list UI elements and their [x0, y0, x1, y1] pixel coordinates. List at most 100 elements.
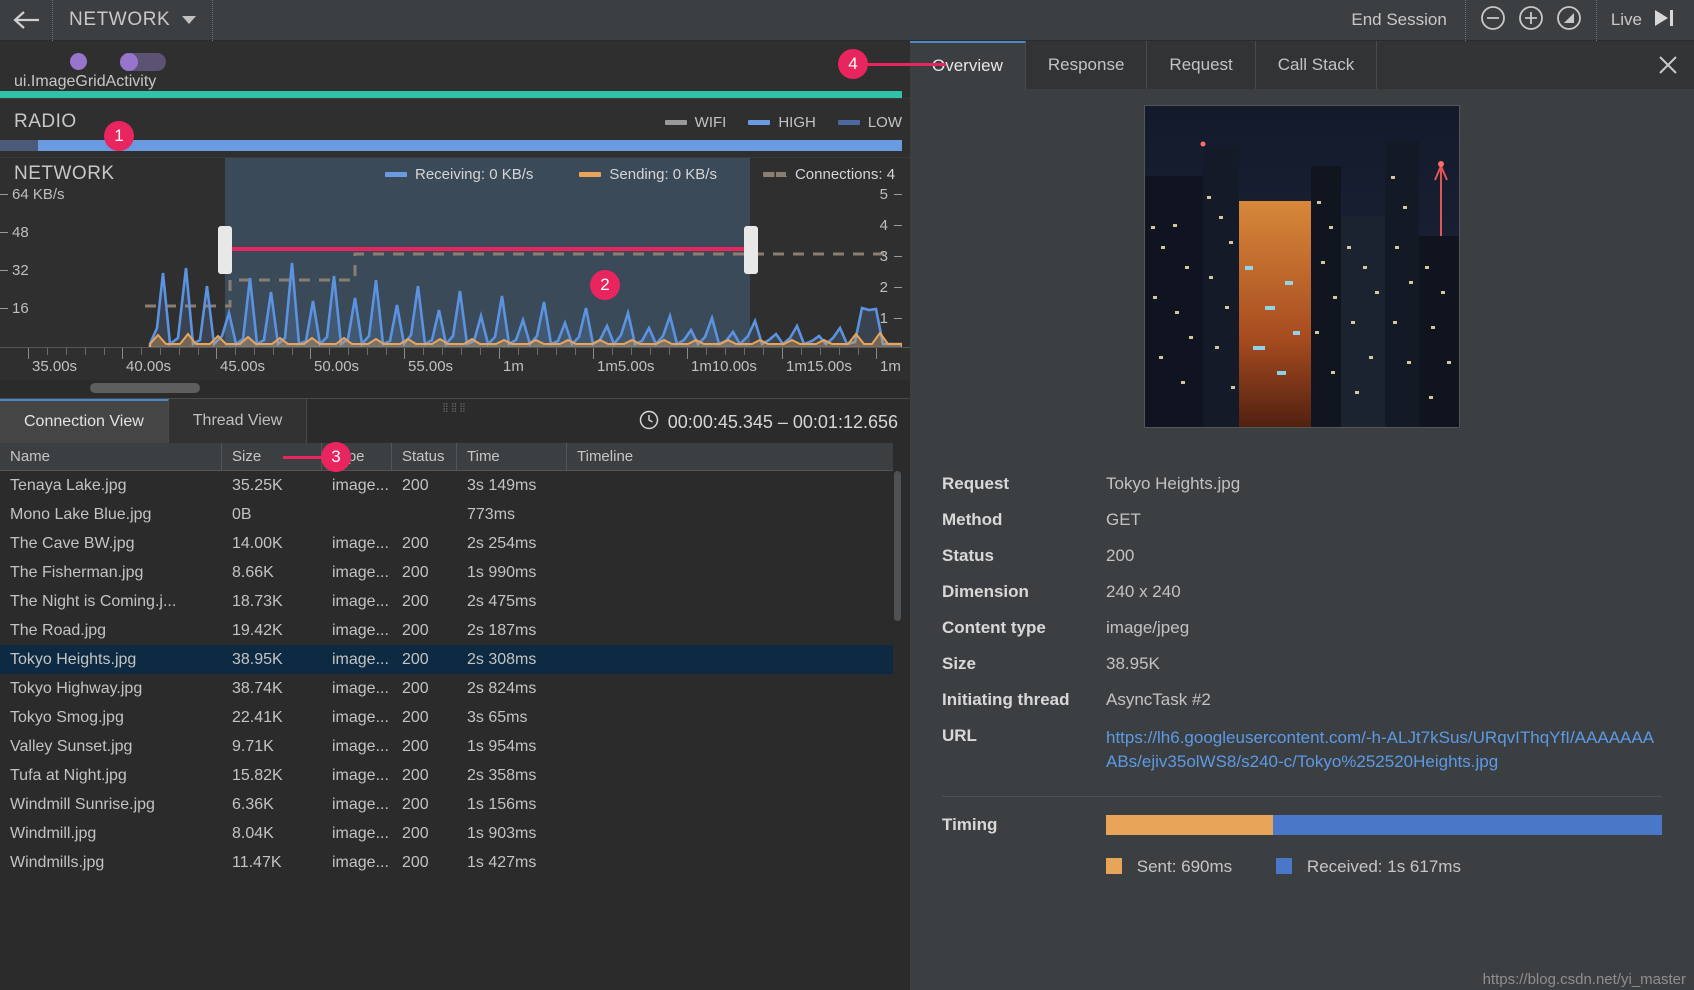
metadata-value: 38.95K [1106, 654, 1160, 673]
cell-name: The Night is Coming.j... [10, 592, 177, 610]
table-vertical-scrollbar[interactable] [893, 443, 902, 877]
table-row[interactable]: The Road.jpg 19.42K image... 200 2s 187ms [0, 616, 902, 645]
cell-type: image... [332, 824, 389, 842]
legend-label: WIFI [694, 114, 727, 131]
legend-swatch [579, 172, 602, 177]
cell-name: Windmill Sunrise.jpg [10, 795, 155, 813]
table-row[interactable]: The Fisherman.jpg 8.66K image... 200 1s 990m… [0, 558, 902, 587]
cell-time: 1s 903ms [467, 824, 537, 842]
toolbar-divider [212, 0, 214, 41]
end-session-button[interactable]: End Session [1333, 10, 1464, 30]
tab-thread-view[interactable]: Thread View [168, 399, 308, 443]
jump-to-live-icon[interactable] [1652, 7, 1676, 34]
tab-request[interactable]: Request [1147, 41, 1256, 89]
table-row[interactable]: The Cave BW.jpg 14.00K image... 200 2s 254ms [0, 529, 902, 558]
preview-artwork [1145, 106, 1459, 427]
column-header-status[interactable]: Status [392, 443, 457, 470]
splitter-grip-icon[interactable]: ⣿⣿⣿ [442, 402, 468, 413]
request-url-link[interactable]: https://lh6.googleusercontent.com/-h-ALJ… [1106, 726, 1662, 774]
table-row[interactable]: Windmills.jpg 11.47K image... 200 1s 427ms [0, 848, 902, 877]
metadata-row-method: Method GET [942, 510, 1662, 530]
metadata-value: AsyncTask #2 [1106, 690, 1211, 709]
table-row[interactable]: Tufa at Night.jpg 15.82K image... 200 2s 358… [0, 761, 902, 790]
axis-tick [687, 348, 688, 359]
network-y-axis-left: 64 KB/s 48 32 16 [0, 186, 65, 338]
cell-status: 200 [402, 824, 429, 842]
table-row[interactable]: Windmill Sunrise.jpg 6.36K image... 200 1s 1… [0, 790, 902, 819]
callout-1: 1 [104, 121, 134, 151]
legend-label: Receiving: 0 KB/s [415, 166, 534, 183]
cell-name: Tokyo Heights.jpg [10, 650, 137, 668]
process-selector[interactable]: NETWORK [53, 0, 212, 41]
tab-connection-view[interactable]: Connection View [0, 399, 169, 443]
tab-response[interactable]: Response [1026, 41, 1148, 89]
callout-leader-line [868, 62, 946, 66]
callout-badge: 4 [838, 49, 868, 79]
scrollbar-thumb[interactable] [894, 471, 901, 621]
live-button[interactable]: Live [1597, 7, 1694, 34]
table-row[interactable]: Tokyo Smog.jpg 22.41K image... 200 3s 65ms [0, 703, 902, 732]
table-row[interactable]: Mono Lake Blue.jpg 0B 773ms [0, 500, 902, 529]
chevron-down-icon[interactable] [182, 16, 197, 24]
selection-range-line [232, 247, 744, 251]
legend-label: HIGH [778, 114, 816, 131]
tab-call-stack[interactable]: Call Stack [1256, 41, 1378, 89]
selection-handle-left[interactable] [218, 226, 232, 274]
timing-legend-received: Received: 1s 617ms [1276, 857, 1461, 877]
time-axis-label: 45.00s [220, 358, 266, 375]
y-tick-label: 32 [0, 262, 65, 300]
close-icon[interactable] [1656, 53, 1680, 77]
column-header-time[interactable]: Time [457, 443, 567, 470]
live-label: Live [1610, 10, 1642, 29]
timeline-horizontal-scrollbar[interactable] [0, 380, 910, 398]
table-row[interactable]: Windmill.jpg 8.04K image... 200 1s 903ms [0, 819, 902, 848]
cell-time: 2s 308ms [467, 650, 537, 668]
zoom-controls [1466, 5, 1596, 36]
arrow-left-icon[interactable] [0, 0, 52, 41]
axis-tick [310, 348, 311, 359]
legend-item-receiving: Receiving: 0 KB/s [385, 166, 533, 183]
event-timeline-band[interactable]: ui.ImageGridActivity [0, 41, 910, 98]
network-chart[interactable]: NETWORK Receiving: 0 KB/s Sending: 0 KB/… [0, 157, 910, 347]
legend-swatch [1106, 858, 1122, 875]
callout-badge: 1 [104, 121, 134, 151]
cell-size: 22.41K [232, 708, 283, 726]
metadata-row-request: Request Tokyo Heights.jpg [942, 474, 1662, 494]
axis-tick [499, 348, 500, 359]
y2-tick-label: 2 [880, 279, 903, 310]
table-row[interactable]: The Night is Coming.j... 18.73K image... 20… [0, 587, 902, 616]
cell-name: Mono Lake Blue.jpg [10, 505, 152, 523]
timing-bar-wrap: Sent: 690ms Received: 1s 617ms [1106, 815, 1662, 877]
cell-size: 19.42K [232, 621, 283, 639]
cell-status: 200 [402, 563, 429, 581]
metadata-key: Method [942, 510, 1003, 529]
column-header-name[interactable]: Name [0, 443, 222, 470]
cell-size: 8.04K [232, 824, 274, 842]
cell-time: 2s 475ms [467, 592, 537, 610]
cell-name: Tokyo Smog.jpg [10, 708, 124, 726]
cell-size: 18.73K [232, 592, 283, 610]
y2-tick-label: 1 [880, 310, 903, 341]
scrollbar-thumb[interactable] [90, 383, 200, 393]
table-row[interactable]: Valley Sunset.jpg 9.71K image... 200 1s 954m… [0, 732, 902, 761]
metadata-row-content-type: Content type image/jpeg [942, 618, 1662, 638]
timing-received-segment [1272, 815, 1662, 836]
radio-state-bar [0, 140, 902, 151]
zoom-in-icon[interactable] [1518, 5, 1544, 36]
zoom-out-icon[interactable] [1480, 5, 1506, 36]
table-row[interactable]: Tokyo Highway.jpg 38.74K image... 200 2s 824… [0, 674, 902, 703]
metadata-key: Dimension [942, 582, 1029, 601]
timing-sent-segment [1106, 815, 1273, 836]
table-row[interactable]: Tenaya Lake.jpg 35.25K image... 200 3s 149ms… [0, 471, 902, 500]
response-preview-wrap [942, 103, 1662, 428]
cell-size: 9.71K [232, 737, 274, 755]
cell-time: 2s 187ms [467, 621, 537, 639]
column-header-timeline[interactable]: Timeline [567, 443, 902, 470]
selection-handle-right[interactable] [744, 226, 758, 274]
legend-item-high: HIGH [748, 114, 816, 131]
reset-zoom-icon[interactable] [1556, 5, 1582, 36]
table-row[interactable]: Tokyo Heights.jpg 38.95K image... 200 2s 308… [0, 645, 902, 674]
cell-type: image... [332, 621, 389, 639]
metadata-row-initiating-thread: Initiating thread AsyncTask #2 [942, 690, 1662, 710]
connection-view-tabbar: ⣿⣿⣿ Connection View Thread View 00:00:45… [0, 398, 910, 443]
